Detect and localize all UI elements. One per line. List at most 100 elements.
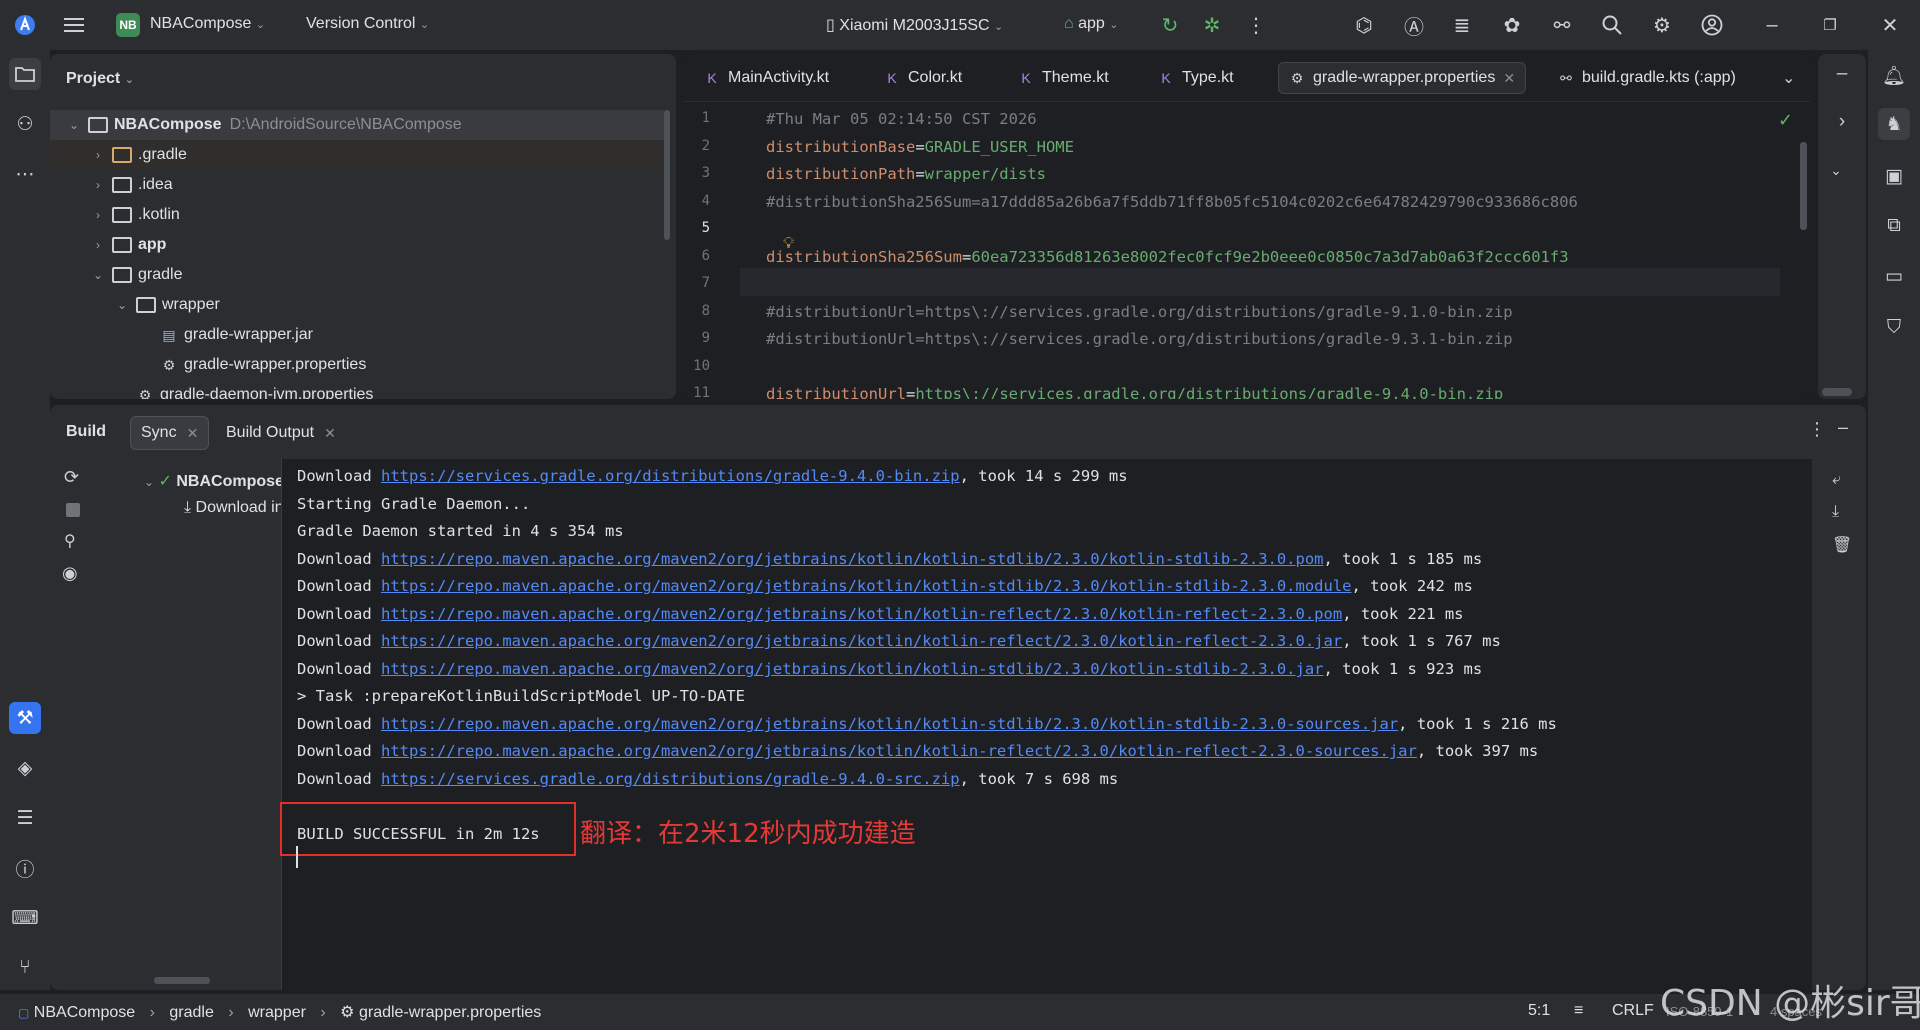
tree-item-gradle[interactable]: ⌄ gradle [50,260,664,290]
debug-icon[interactable]: ✲ [1198,11,1226,39]
sync-icon[interactable]: ↻ [1156,11,1184,39]
chevron-down-icon[interactable]: ⌄ [114,298,130,312]
gemini-icon[interactable]: ◈ [9,752,41,784]
line-separator[interactable]: CRLF [1612,1002,1654,1020]
profiler-icon[interactable]: ⚯ [1548,11,1576,39]
problems-icon[interactable]: ⓘ [9,852,41,884]
close-tab-icon[interactable]: ✕ [1503,70,1515,87]
console-link[interactable]: https://services.gradle.org/distribution… [381,467,960,485]
code-line-2[interactable]: distributionBase=GRADLE_USER_HOME [766,138,1074,156]
eye-icon[interactable]: ◉ [62,563,78,584]
running-devices-icon[interactable]: ⧉ [1878,210,1910,242]
pin-icon[interactable]: ⚲ [64,531,76,551]
tree-item-wrapper-properties[interactable]: ⚙ gradle-wrapper.properties [50,350,664,380]
git-branch-icon[interactable]: ⑂ [9,952,41,984]
close-tab-icon[interactable]: ✕ [187,425,199,442]
code-line-11[interactable]: distributionUrl=https\://services.gradle… [766,385,1503,399]
code-line-8[interactable]: #distributionUrl=https\://services.gradl… [766,303,1513,321]
rerun-sync-icon[interactable]: ⟳ [64,467,79,488]
more-vertical-icon[interactable]: ⋮ [1242,11,1270,39]
tabs-overflow-chevron-icon[interactable]: ⌄ [1772,62,1805,94]
notifications-bell-icon[interactable]: 🔔︎ [1878,60,1910,92]
project-scrollbar[interactable] [664,110,670,240]
tab-sync[interactable]: Sync ✕ [130,416,210,450]
console-link[interactable]: https://repo.maven.apache.org/maven2/org… [381,550,1324,568]
structure-icon[interactable]: ≣ [1448,11,1476,39]
tree-scrollbar[interactable] [154,977,210,984]
console-link[interactable]: https://repo.maven.apache.org/maven2/org… [381,715,1398,733]
chevron-right-icon[interactable]: › [1826,106,1858,138]
chevron-right-icon[interactable]: › [90,178,106,192]
translate-icon[interactable]: Ⓐ [1400,11,1428,39]
chevron-right-icon[interactable]: › [90,238,106,252]
soft-wrap-icon[interactable]: ⤶ [1832,471,1841,489]
account-icon[interactable] [1698,11,1726,39]
breadcrumb-item[interactable]: gradle [169,1004,213,1021]
tab-mainactivity[interactable]: K MainActivity.kt [694,62,839,94]
console-link[interactable]: https://repo.maven.apache.org/maven2/org… [381,577,1352,595]
chevron-right-icon[interactable]: › [90,208,106,222]
device-manager-icon[interactable]: ⌬ [1350,11,1378,39]
chevron-right-icon[interactable]: › [90,148,106,162]
vcs-menu[interactable]: Version Control ⌄ [306,15,429,33]
breadcrumb-item[interactable]: NBACompose [34,1004,135,1021]
gradle-icon[interactable]: ✿ [1498,11,1526,39]
console-link[interactable]: https://services.gradle.org/distribution… [381,770,960,788]
minimize-icon[interactable]: – [1838,417,1848,438]
editor-scrollbar[interactable] [1800,142,1807,230]
chevron-down-icon[interactable]: ⌄ [66,118,82,132]
project-selector[interactable]: NBACompose ⌄ [150,15,265,33]
logcat-icon[interactable]: ☰ [9,802,41,834]
console-link[interactable]: https://repo.maven.apache.org/maven2/org… [381,660,1324,678]
scroll-to-end-icon[interactable]: ⤓ [1832,503,1839,521]
android-studio-logo-icon[interactable] [11,11,39,39]
search-icon[interactable] [1598,11,1626,39]
code-line-4[interactable]: #distributionSha256Sum=a17ddd85a26b6a7f5… [766,193,1578,211]
restore-icon[interactable]: ❐ [1816,11,1844,39]
trash-icon[interactable]: 🗑︎ [1832,535,1852,555]
close-icon[interactable]: ✕ [1876,11,1904,39]
tree-item-daemon-jvm-properties[interactable]: ⚙ gradle-daemon-jvm.properties [50,380,664,399]
main-menu-icon[interactable] [60,11,88,39]
tab-build-gradle-kts[interactable]: ⚯ build.gradle.kts (:app) [1548,62,1746,94]
console-link[interactable]: https://repo.maven.apache.org/maven2/org… [381,605,1342,623]
tab-build-output[interactable]: Build Output ✕ [216,416,346,450]
caret-position[interactable]: 5:1 [1528,1002,1550,1020]
minimize-icon[interactable]: – [1826,58,1858,90]
tree-root[interactable]: ⌄ NBACompose D:\AndroidSource\NBACompose [50,110,664,140]
emulator-icon[interactable]: ▭ [1878,260,1910,292]
breadcrumb-item[interactable]: wrapper [248,1004,306,1021]
build-tree-child[interactable]: ⤓ Download in [184,499,281,517]
stop-icon[interactable] [66,503,80,517]
tree-item-gradle-cache[interactable]: › .gradle [50,140,664,170]
tab-type[interactable]: K Type.kt [1148,62,1244,94]
project-folder-icon[interactable] [9,58,41,90]
code-line-1[interactable]: #Thu Mar 05 02:14:50 CST 2026 [766,110,1037,128]
more-vertical-icon[interactable]: ⋮ [1808,419,1826,440]
tree-item-app[interactable]: › app [50,230,664,260]
breadcrumb-item[interactable]: gradle-wrapper.properties [359,1004,541,1021]
build-tree-root[interactable]: ⌄ ✓ NBACompose: f [144,471,281,491]
tab-theme[interactable]: K Theme.kt [1008,62,1119,94]
minimize-icon[interactable]: – [1758,11,1786,39]
close-tab-icon[interactable]: ✕ [324,425,336,442]
tree-item-wrapper[interactable]: ⌄ wrapper [50,290,664,320]
horizontal-scrollbar[interactable] [1822,388,1852,396]
gradle-elephant-icon[interactable]: ♞ [1878,108,1910,140]
code-line-3[interactable]: distributionPath=wrapper/dists [766,165,1046,183]
more-horizontal-icon[interactable]: ⋯ [9,158,41,190]
build-console[interactable]: Download https://services.gradle.org/dis… [282,459,1812,990]
tab-gradle-wrapper-properties[interactable]: ⚙ gradle-wrapper.properties ✕ [1278,62,1527,94]
tree-item-kotlin[interactable]: › .kotlin [50,200,664,230]
resource-manager-icon[interactable]: ⚇ [9,108,41,140]
code-line-6[interactable]: distributionSha256Sum=60ea723356d81263e8… [766,248,1569,266]
project-panel-title[interactable]: Project ⌄ [66,70,134,88]
run-config-selector[interactable]: ⌂ app ⌄ [1064,15,1119,33]
device-selector[interactable]: ▯ Xiaomi M2003J15SC ⌄ [826,15,1003,35]
app-quality-shield-icon[interactable]: ⛉ [1878,312,1910,344]
settings-gear-icon[interactable]: ⚙ [1648,11,1676,39]
wrap-mode-icon[interactable]: ≡ [1574,1002,1583,1020]
tree-item-idea[interactable]: › .idea [50,170,664,200]
chevron-down-icon[interactable]: ⌄ [90,268,106,282]
console-link[interactable]: https://repo.maven.apache.org/maven2/org… [381,742,1417,760]
